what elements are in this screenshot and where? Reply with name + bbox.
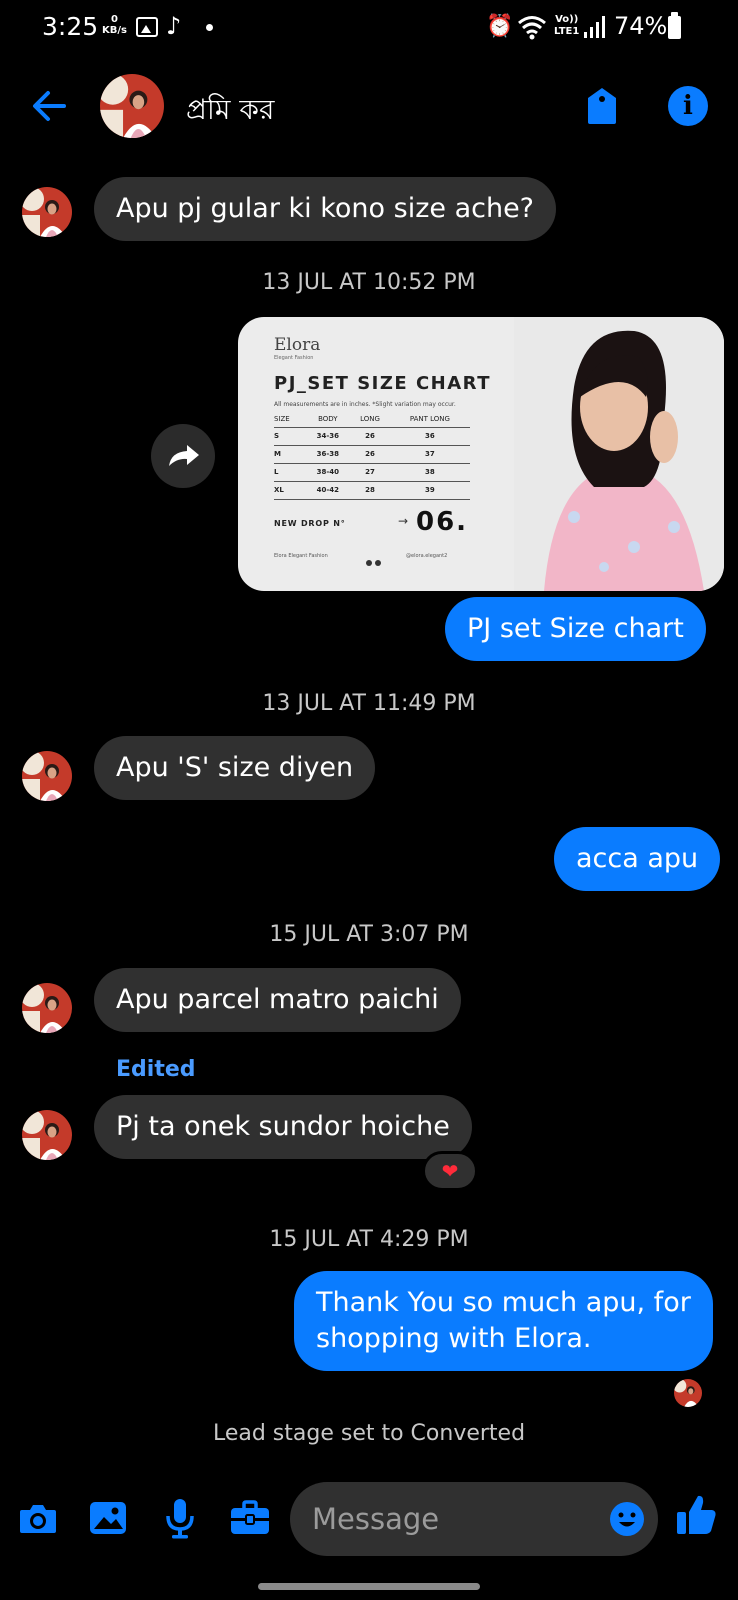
volte-label: Vo)) [555, 14, 579, 25]
table-row: M 36-38 26 37 [274, 445, 470, 464]
table-cell: 26 [350, 427, 390, 446]
camera-icon[interactable] [16, 1496, 60, 1540]
incoming-message[interactable]: Apu pj gular ki kono size ache? [94, 177, 557, 241]
outgoing-message[interactable]: Thank You so much apu, for shopping with… [294, 1271, 713, 1371]
table-cell: 28 [350, 481, 390, 500]
signal-icon [584, 16, 605, 38]
message-line: Thank You so much apu, for [316, 1287, 691, 1318]
table-header: PANT LONG [389, 413, 470, 428]
home-indicator[interactable] [258, 1583, 480, 1590]
message-timestamp: 15 JUL AT 4:29 PM [269, 1227, 469, 1252]
heart-reaction-icon[interactable]: ❤ [422, 1151, 478, 1191]
incoming-message[interactable]: Apu parcel matro paichi [94, 968, 461, 1032]
message-placeholder: Message [312, 1502, 440, 1536]
emoji-icon[interactable] [608, 1500, 646, 1538]
table-cell: 26 [350, 445, 390, 464]
table-cell: M [274, 445, 306, 464]
read-receipt-avatar [674, 1379, 702, 1407]
table-cell: 37 [389, 445, 470, 464]
table-cell: 38 [389, 463, 470, 482]
message-input[interactable]: Message [290, 1482, 658, 1556]
table-cell: 38-40 [305, 463, 351, 482]
message-timestamp: 13 JUL AT 11:49 PM [262, 691, 476, 716]
outgoing-message[interactable]: PJ set Size chart [445, 597, 706, 661]
table-cell: 40-42 [305, 481, 351, 500]
system-message: Lead stage set to Converted [212, 1421, 526, 1446]
incoming-message[interactable]: Apu 'S' size diyen [94, 736, 376, 800]
status-time: 3:25 [42, 12, 99, 41]
battery-icon [668, 12, 681, 39]
message-timestamp: 15 JUL AT 3:07 PM [269, 922, 469, 947]
lte-indicator: Vo)) LTE1 [554, 14, 579, 38]
table-cell: 27 [350, 463, 390, 482]
outgoing-message[interactable]: acca apu [554, 827, 721, 891]
net-speed-indicator: 0 KB/s [102, 14, 127, 36]
message-composer: Message [0, 1478, 738, 1560]
card-title: PJ_SET SIZE CHART [274, 373, 492, 394]
gallery-icon[interactable] [86, 1496, 130, 1540]
status-bar: 3:25 0 KB/s ♪ ⏰ Vo)) LTE1 74% [0, 0, 738, 56]
card-footer-brand: Elora Elegant Fashion [274, 553, 328, 559]
battery-percent: 74% [614, 12, 668, 40]
sender-avatar[interactable] [22, 187, 72, 237]
table-row: L 38-40 27 38 [274, 463, 470, 482]
table-cell: 36 [389, 427, 470, 446]
table-header: LONG [350, 413, 390, 428]
wifi-icon [518, 16, 546, 40]
size-table: SIZE BODY LONG PANT LONG S 34-36 26 36 M… [274, 413, 470, 500]
microphone-icon[interactable] [158, 1496, 202, 1540]
message-timestamp: 13 JUL AT 10:52 PM [262, 270, 476, 295]
table-header: BODY [305, 413, 351, 428]
table-row: S 34-36 26 36 [274, 427, 470, 446]
message-line: shopping with Elora. [316, 1323, 592, 1354]
lte-label: LTE1 [554, 26, 580, 37]
size-chart-image[interactable]: Elora Elegant Fashion PJ_SET SIZE CHART … [238, 317, 724, 591]
alarm-icon: ⏰ [486, 14, 514, 39]
tag-icon[interactable] [584, 86, 620, 126]
new-drop-label: NEW DROP N° [274, 519, 346, 528]
card-brand: Elora [274, 335, 321, 355]
chat-header: প্রমি কর i [0, 66, 738, 146]
table-cell: 36-38 [305, 445, 351, 464]
card-brand-subtitle: Elegant Fashion [274, 355, 314, 361]
drop-number: 06. [416, 507, 469, 537]
contact-avatar[interactable] [100, 74, 164, 138]
sender-avatar[interactable] [22, 983, 72, 1033]
table-cell: 34-36 [305, 427, 351, 446]
table-header: SIZE [274, 413, 306, 428]
model-photo [514, 317, 724, 591]
back-arrow-icon[interactable] [28, 86, 72, 126]
info-icon[interactable]: i [668, 86, 708, 126]
net-speed-unit: KB/s [102, 25, 127, 36]
thumbs-up-icon[interactable] [674, 1492, 718, 1538]
share-button[interactable] [151, 424, 215, 488]
table-cell: L [274, 463, 306, 482]
sender-avatar[interactable] [22, 751, 72, 801]
table-row: XL 40-42 28 39 [274, 481, 470, 500]
edited-label: Edited [116, 1057, 196, 1082]
gallery-notification-icon [136, 17, 158, 37]
table-cell: XL [274, 481, 306, 500]
briefcase-icon[interactable] [228, 1496, 272, 1540]
incoming-message[interactable]: Pj ta onek sundor hoiche [94, 1095, 472, 1159]
more-notifications-dot-icon [206, 24, 213, 31]
share-icon [169, 445, 199, 466]
net-speed-value: 0 [111, 14, 118, 25]
sender-avatar[interactable] [22, 1110, 72, 1160]
contact-name[interactable]: প্রমি কর [186, 88, 274, 135]
table-cell: 39 [389, 481, 470, 500]
social-icons [366, 551, 386, 566]
tiktok-notification-icon: ♪ [166, 12, 182, 40]
card-footer-handle: @elora.elegant2 [406, 553, 448, 559]
table-cell: S [274, 427, 306, 446]
drop-arrow: → [398, 514, 409, 528]
card-note: All measurements are in inches. *Slight … [274, 401, 456, 408]
